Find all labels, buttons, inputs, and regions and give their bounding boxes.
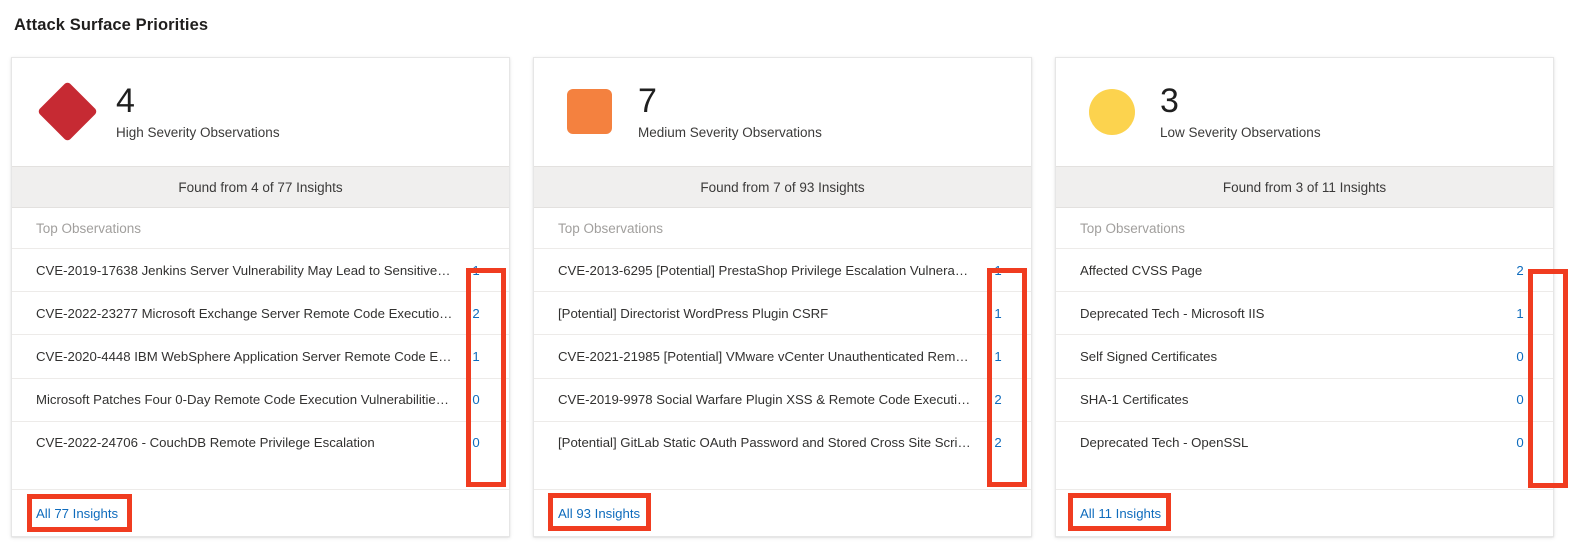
observation-name: CVE-2021-21985 [Potential] VMware vCente…: [558, 348, 983, 364]
table-row[interactable]: CVE-2022-24706 - CouchDB Remote Privileg…: [12, 420, 509, 464]
table-row[interactable]: Microsoft Patches Four 0-Day Remote Code…: [12, 377, 509, 421]
observation-count[interactable]: 1: [461, 349, 491, 364]
observation-name: Deprecated Tech - Microsoft IIS: [1080, 305, 1265, 321]
observation-name: CVE-2020-4448 IBM WebSphere Application …: [36, 348, 461, 364]
severity-label-high: High Severity Observations: [116, 124, 280, 140]
card-footer-low: All 11 Insights: [1056, 489, 1553, 536]
all-insights-link-low[interactable]: All 11 Insights: [1080, 506, 1161, 521]
observation-count[interactable]: 0: [1505, 349, 1535, 364]
severity-card-low: 3 Low Severity Observations Found from 3…: [1055, 57, 1554, 537]
severity-label-medium: Medium Severity Observations: [638, 124, 822, 140]
card-header-text-high: 4 High Severity Observations: [116, 83, 280, 142]
observation-count[interactable]: 0: [1505, 392, 1535, 407]
observation-count[interactable]: 2: [983, 435, 1013, 450]
severity-count-low: 3: [1160, 81, 1179, 120]
observation-name: CVE-2019-17638 Jenkins Server Vulnerabil…: [36, 262, 461, 278]
card-header-medium: 7 Medium Severity Observations: [534, 58, 1031, 166]
card-header-text-low: 3 Low Severity Observations: [1160, 83, 1321, 142]
observation-name: Microsoft Patches Four 0-Day Remote Code…: [36, 392, 461, 408]
observation-count[interactable]: 2: [1505, 263, 1535, 278]
severity-card-medium: 7 Medium Severity Observations Found fro…: [533, 57, 1032, 537]
observation-name: CVE-2013-6295 [Potential] PrestaShop Pri…: [558, 262, 982, 278]
observation-name: Deprecated Tech - OpenSSL: [1080, 435, 1249, 451]
observation-count[interactable]: 2: [461, 306, 491, 321]
table-row[interactable]: Deprecated Tech - OpenSSL 0: [1056, 420, 1553, 464]
square-icon: [560, 82, 620, 142]
table-row[interactable]: Affected CVSS Page 2: [1056, 248, 1553, 291]
observation-count[interactable]: 0: [461, 435, 491, 450]
found-from-band-low: Found from 3 of 11 Insights: [1056, 166, 1553, 208]
observation-count[interactable]: 1: [983, 263, 1013, 278]
observation-name: CVE-2022-23277 Microsoft Exchange Server…: [36, 305, 461, 321]
table-row[interactable]: Deprecated Tech - Microsoft IIS 1: [1056, 291, 1553, 334]
observation-count[interactable]: 1: [461, 263, 491, 278]
diamond-icon: [37, 81, 98, 142]
table-row[interactable]: CVE-2019-17638 Jenkins Server Vulnerabil…: [12, 248, 509, 291]
page-title: Attack Surface Priorities: [14, 16, 209, 34]
observation-count[interactable]: 0: [1505, 435, 1535, 450]
severity-label-low: Low Severity Observations: [1160, 124, 1321, 140]
table-row[interactable]: CVE-2019-9978 Social Warfare Plugin XSS …: [534, 377, 1031, 421]
top-observations-header-low: Top Observations: [1080, 220, 1186, 236]
observation-name: SHA-1 Certificates: [1080, 392, 1189, 408]
observation-count[interactable]: 1: [1505, 306, 1535, 321]
table-row[interactable]: CVE-2021-21985 [Potential] VMware vCente…: [534, 334, 1031, 377]
observation-count[interactable]: 1: [983, 349, 1013, 364]
severity-card-high: 4 High Severity Observations Found from …: [11, 57, 510, 537]
observation-name: Self Signed Certificates: [1080, 348, 1218, 364]
found-from-band-high: Found from 4 of 77 Insights: [12, 166, 509, 208]
table-row[interactable]: [Potential] GitLab Static OAuth Password…: [534, 420, 1031, 464]
table-row[interactable]: CVE-2022-23277 Microsoft Exchange Server…: [12, 291, 509, 334]
observation-name: Affected CVSS Page: [1080, 262, 1203, 278]
table-row[interactable]: SHA-1 Certificates 0: [1056, 377, 1553, 421]
observation-name: [Potential] Directorist WordPress Plugin…: [558, 305, 829, 321]
card-header-high: 4 High Severity Observations: [12, 58, 509, 166]
observation-name: CVE-2022-24706 - CouchDB Remote Privileg…: [36, 435, 375, 451]
observation-count[interactable]: 2: [983, 392, 1013, 407]
found-from-band-medium: Found from 7 of 93 Insights: [534, 166, 1031, 208]
circle-icon: [1082, 82, 1142, 142]
card-header-low: 3 Low Severity Observations: [1056, 58, 1553, 166]
observations-list-high: CVE-2019-17638 Jenkins Server Vulnerabil…: [12, 248, 509, 489]
observations-list-low: Affected CVSS Page 2 Deprecated Tech - M…: [1056, 248, 1553, 489]
top-observations-header-high: Top Observations: [36, 220, 142, 236]
card-footer-high: All 77 Insights: [12, 489, 509, 536]
severity-count-high: 4: [116, 81, 135, 120]
table-row[interactable]: CVE-2020-4448 IBM WebSphere Application …: [12, 334, 509, 377]
top-observations-header-medium: Top Observations: [558, 220, 664, 236]
table-row[interactable]: Self Signed Certificates 0: [1056, 334, 1553, 377]
table-row[interactable]: CVE-2013-6295 [Potential] PrestaShop Pri…: [534, 248, 1031, 291]
all-insights-link-medium[interactable]: All 93 Insights: [558, 506, 640, 521]
observation-name: [Potential] GitLab Static OAuth Password…: [558, 435, 983, 451]
observation-name: CVE-2019-9978 Social Warfare Plugin XSS …: [558, 392, 983, 408]
observation-count[interactable]: 0: [461, 392, 491, 407]
all-insights-link-high[interactable]: All 77 Insights: [36, 506, 118, 521]
card-footer-medium: All 93 Insights: [534, 489, 1031, 536]
card-header-text-medium: 7 Medium Severity Observations: [638, 83, 822, 142]
severity-cards-row: 4 High Severity Observations Found from …: [11, 57, 1575, 537]
severity-count-medium: 7: [638, 81, 657, 120]
table-row[interactable]: [Potential] Directorist WordPress Plugin…: [534, 291, 1031, 334]
observations-list-medium: CVE-2013-6295 [Potential] PrestaShop Pri…: [534, 248, 1031, 489]
observation-count[interactable]: 1: [983, 306, 1013, 321]
